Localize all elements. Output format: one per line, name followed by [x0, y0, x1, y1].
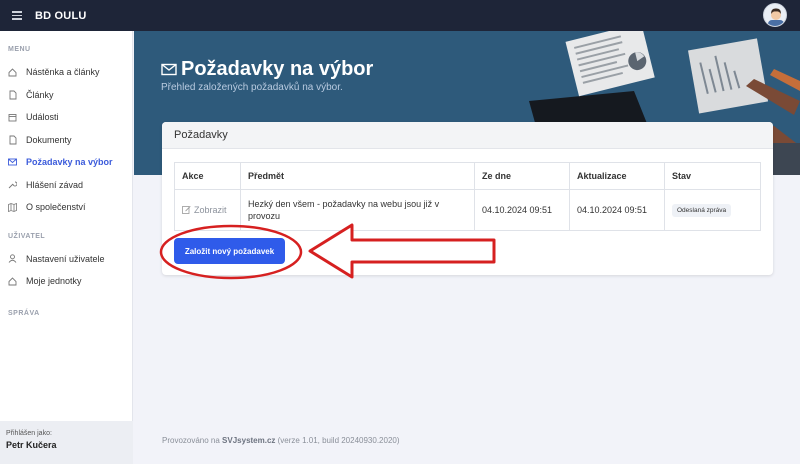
sidebar-item-requests[interactable]: Požadavky na výbor	[0, 151, 132, 174]
file-icon	[8, 90, 17, 100]
footer-suffix: (verze 1.01, build 20240930.2020)	[275, 436, 400, 445]
view-link-label: Zobrazit	[194, 205, 227, 215]
map-icon	[8, 202, 17, 212]
sidebar-item-dashboard[interactable]: Nástěnka a články	[0, 61, 132, 84]
home-icon	[8, 67, 17, 77]
action-cell: Zobrazit	[174, 189, 241, 231]
sidebar-item-articles[interactable]: Články	[0, 84, 132, 107]
sidebar-item-label: O společenství	[26, 202, 86, 213]
status-cell: Odeslaná zpráva	[664, 189, 761, 231]
sidebar-section-admin: SPRÁVA	[8, 309, 40, 317]
table-header-row: Akce Předmět Ze dne Aktualizace Stav	[174, 162, 761, 190]
mail-icon	[8, 157, 17, 167]
sidebar-item-documents[interactable]: Dokumenty	[0, 129, 132, 152]
sidebar: MENU Nástěnka a články Články Události D…	[0, 31, 133, 464]
hamburger-menu-icon[interactable]	[12, 11, 22, 20]
user-icon	[8, 254, 17, 264]
sidebar-item-label: Dokumenty	[26, 134, 72, 145]
column-header-updated: Aktualizace	[569, 162, 665, 190]
column-header-created: Ze dne	[474, 162, 570, 190]
sidebar-item-label: Články	[26, 89, 54, 100]
calendar-icon	[8, 112, 17, 122]
logged-user-name: Petr Kučera	[6, 440, 57, 450]
updated-cell: 04.10.2024 09:51	[569, 189, 665, 231]
status-badge: Odeslaná zpráva	[672, 203, 732, 217]
table-row: Zobrazit Hezký den všem - požadavky na w…	[174, 189, 761, 231]
footer-note: Provozováno na SVJsystem.cz (verze 1.01,…	[162, 436, 400, 445]
column-header-subject: Předmět	[240, 162, 475, 190]
page-subtitle: Přehled založených požadavků na výbor.	[161, 82, 343, 93]
wrench-icon	[8, 180, 17, 190]
sidebar-item-my-units[interactable]: Moje jednotky	[0, 270, 132, 293]
sidebar-item-about[interactable]: O společenství	[0, 196, 132, 219]
footer-prefix: Provozováno na	[162, 436, 223, 445]
sidebar-item-label: Moje jednotky	[26, 276, 82, 287]
edit-icon	[182, 205, 191, 216]
top-bar: BD OULU	[0, 0, 800, 31]
sidebar-section-user: UŽIVATEL	[8, 232, 46, 240]
sidebar-item-label: Požadavky na výbor	[26, 157, 113, 168]
page-title-text: Požadavky na výbor	[181, 58, 374, 80]
column-header-action: Akce	[174, 162, 241, 190]
column-header-status: Stav	[664, 162, 761, 190]
new-request-button[interactable]: Založit nový požadavek	[174, 238, 285, 264]
sidebar-item-user-settings[interactable]: Nastavení uživatele	[0, 248, 132, 271]
home-icon	[8, 276, 17, 286]
sidebar-item-label: Hlášení závad	[26, 179, 84, 190]
view-link[interactable]: Zobrazit	[182, 205, 227, 216]
document-icon	[8, 135, 17, 145]
sidebar-item-events[interactable]: Události	[0, 106, 132, 129]
page-title: Požadavky na výbor	[161, 58, 373, 81]
brand-name[interactable]: BD OULU	[35, 10, 87, 22]
subject-cell: Hezký den všem - požadavky na webu jsou …	[240, 189, 475, 231]
sidebar-item-label: Nastavení uživatele	[26, 253, 105, 264]
sidebar-item-label: Nástěnka a články	[26, 67, 100, 78]
avatar[interactable]	[763, 3, 787, 27]
sidebar-section-menu: MENU	[8, 46, 31, 53]
sidebar-item-label: Události	[26, 112, 59, 123]
mail-icon	[161, 63, 177, 76]
logged-user-panel: Přihlášen jako: Petr Kučera	[0, 421, 133, 464]
footer-site-link[interactable]: SVJsystem.cz	[222, 436, 275, 445]
logged-as-label: Přihlášen jako:	[6, 430, 52, 437]
requests-table: Akce Předmět Ze dne Aktualizace Stav Zob…	[174, 162, 761, 231]
card-title: Požadavky	[162, 122, 773, 149]
sidebar-item-defects[interactable]: Hlášení závad	[0, 174, 132, 197]
created-cell: 04.10.2024 09:51	[474, 189, 570, 231]
